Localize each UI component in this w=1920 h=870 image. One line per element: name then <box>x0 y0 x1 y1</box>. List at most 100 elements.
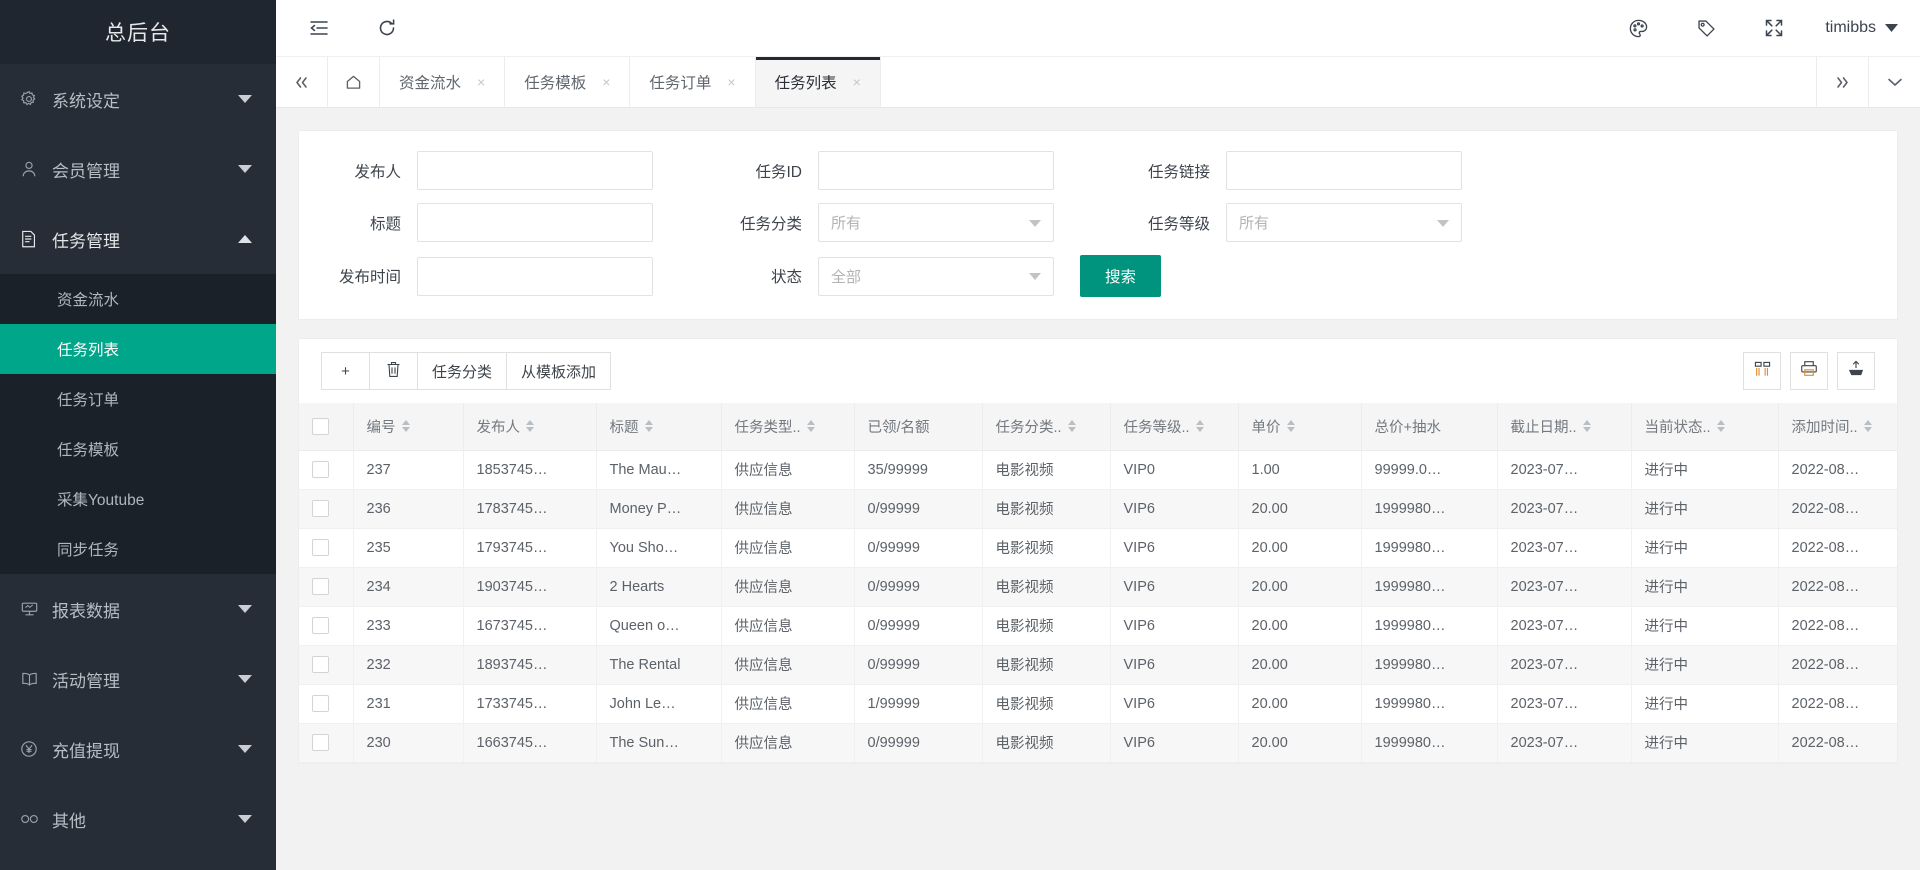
row-checkbox[interactable] <box>312 500 329 517</box>
palette-icon[interactable] <box>1621 11 1655 45</box>
publish-time-input[interactable] <box>417 257 653 296</box>
sidebar-item-2[interactable]: 任务订单 <box>0 374 276 424</box>
close-icon[interactable]: × <box>727 74 735 90</box>
column-header-total[interactable]: 总价+抽水 <box>1361 403 1497 450</box>
table-row[interactable]: 2371853745…The Mau…供应信息35/99999电影视频VIP01… <box>299 450 1897 489</box>
column-header-deadline[interactable]: 截止日期.. <box>1497 403 1631 450</box>
close-icon[interactable]: × <box>602 74 610 90</box>
row-checkbox-cell[interactable] <box>299 489 353 528</box>
sidebar-group-0[interactable]: 系统设定 <box>0 64 276 134</box>
sort-icon[interactable] <box>1864 420 1872 432</box>
sidebar-item-5[interactable]: 同步任务 <box>0 524 276 574</box>
row-checkbox-cell[interactable] <box>299 528 353 567</box>
column-header-type[interactable]: 任务类型.. <box>721 403 854 450</box>
table-row[interactable]: 2351793745…You Sho…供应信息0/99999电影视频VIP620… <box>299 528 1897 567</box>
column-header-claimed[interactable]: 已领/名额 <box>854 403 982 450</box>
sidebar-group-3[interactable]: 报表数据 <box>0 574 276 644</box>
column-header-price[interactable]: 单价 <box>1238 403 1361 450</box>
sidebar-item-1[interactable]: 任务列表 <box>0 324 276 374</box>
row-checkbox-cell[interactable] <box>299 723 353 762</box>
user-menu[interactable]: timibbs <box>1825 19 1898 37</box>
table-row[interactable]: 2341903745…2 Hearts供应信息0/99999电影视频VIP620… <box>299 567 1897 606</box>
row-checkbox-cell[interactable] <box>299 645 353 684</box>
close-icon[interactable]: × <box>853 74 861 90</box>
row-checkbox-cell[interactable] <box>299 606 353 645</box>
sort-icon[interactable] <box>1287 420 1295 432</box>
sort-icon[interactable] <box>526 420 534 432</box>
sort-icon[interactable] <box>1583 420 1591 432</box>
table-row[interactable]: 2361783745…Money P…供应信息0/99999电影视频VIP620… <box>299 489 1897 528</box>
data-table-wrapper[interactable]: 编号发布人标题任务类型..已领/名额任务分类..任务等级..单价总价+抽水截止日… <box>299 403 1897 763</box>
row-checkbox-cell[interactable] <box>299 684 353 723</box>
status-select[interactable]: 全部 <box>818 257 1054 296</box>
tab-dropdown-icon[interactable] <box>1868 57 1920 107</box>
table-row[interactable]: 2301663745…The Sun…供应信息0/99999电影视频VIP620… <box>299 723 1897 762</box>
cell-added: 2022-08… <box>1778 723 1897 762</box>
row-checkbox[interactable] <box>312 734 329 751</box>
table-row[interactable]: 2321893745…The Rental供应信息0/99999电影视频VIP6… <box>299 645 1897 684</box>
tab-scroll-left-icon[interactable] <box>276 57 328 107</box>
row-checkbox-cell[interactable] <box>299 567 353 606</box>
tab-3[interactable]: 任务列表× <box>756 57 881 107</box>
task-link-input[interactable] <box>1226 151 1462 190</box>
title-input[interactable] <box>417 203 653 242</box>
sidebar-group-2[interactable]: 任务管理 <box>0 204 276 274</box>
table-header-row: 编号发布人标题任务类型..已领/名额任务分类..任务等级..单价总价+抽水截止日… <box>299 403 1897 450</box>
tab-1[interactable]: 任务模板× <box>505 57 630 107</box>
row-checkbox[interactable] <box>312 656 329 673</box>
sidebar-item-4[interactable]: 采集Youtube <box>0 474 276 524</box>
export-button[interactable] <box>1837 352 1875 390</box>
table-row[interactable]: 2331673745…Queen o…供应信息0/99999电影视频VIP620… <box>299 606 1897 645</box>
fullscreen-icon[interactable] <box>1757 11 1791 45</box>
sidebar-item-0[interactable]: 资金流水 <box>0 274 276 324</box>
sort-icon[interactable] <box>1068 420 1076 432</box>
delete-button[interactable] <box>369 352 417 390</box>
sort-icon[interactable] <box>807 420 815 432</box>
table-row[interactable]: 2311733745…John Le…供应信息1/99999电影视频VIP620… <box>299 684 1897 723</box>
publisher-label: 发布人 <box>299 160 417 182</box>
row-checkbox[interactable] <box>312 617 329 634</box>
row-checkbox[interactable] <box>312 578 329 595</box>
sort-icon[interactable] <box>1717 420 1725 432</box>
sort-icon[interactable] <box>645 420 653 432</box>
row-checkbox-cell[interactable] <box>299 450 353 489</box>
sort-icon[interactable] <box>402 420 410 432</box>
menu-collapse-icon[interactable] <box>302 11 336 45</box>
sidebar-group-4[interactable]: 活动管理 <box>0 644 276 714</box>
publisher-input[interactable] <box>417 151 653 190</box>
tab-scroll-right-icon[interactable] <box>1816 57 1868 107</box>
task-id-input[interactable] <box>818 151 1054 190</box>
row-checkbox[interactable] <box>312 461 329 478</box>
select-all-checkbox[interactable] <box>312 418 329 435</box>
home-icon[interactable] <box>328 57 380 107</box>
column-header-title[interactable]: 标题 <box>596 403 721 450</box>
task-category-select[interactable]: 所有 <box>818 203 1054 242</box>
column-header-id[interactable]: 编号 <box>353 403 463 450</box>
sidebar-group-6[interactable]: 其他 <box>0 784 276 854</box>
print-button[interactable] <box>1790 352 1828 390</box>
tab-0[interactable]: 资金流水× <box>380 57 505 107</box>
sidebar-group-1[interactable]: 会员管理 <box>0 134 276 204</box>
task-category-button[interactable]: 任务分类 <box>417 352 506 390</box>
refresh-icon[interactable] <box>370 11 404 45</box>
close-icon[interactable]: × <box>477 74 485 90</box>
tab-list: 资金流水×任务模板×任务订单×任务列表× <box>380 57 1816 107</box>
sidebar-group-5[interactable]: 充值提现 <box>0 714 276 784</box>
sort-icon[interactable] <box>1196 420 1204 432</box>
column-header-added[interactable]: 添加时间.. <box>1778 403 1897 450</box>
row-checkbox[interactable] <box>312 695 329 712</box>
column-header-category[interactable]: 任务分类.. <box>982 403 1110 450</box>
columns-button[interactable] <box>1743 352 1781 390</box>
tab-2[interactable]: 任务订单× <box>630 57 755 107</box>
column-header-publisher[interactable]: 发布人 <box>463 403 596 450</box>
add-from-template-button[interactable]: 从模板添加 <box>506 352 611 390</box>
row-checkbox[interactable] <box>312 539 329 556</box>
sidebar-item-3[interactable]: 任务模板 <box>0 424 276 474</box>
column-header-check[interactable] <box>299 403 353 450</box>
column-header-level[interactable]: 任务等级.. <box>1110 403 1238 450</box>
search-button[interactable]: 搜索 <box>1080 255 1161 297</box>
add-button[interactable]: + <box>321 352 369 390</box>
task-level-select[interactable]: 所有 <box>1226 203 1462 242</box>
column-header-status[interactable]: 当前状态.. <box>1631 403 1778 450</box>
tag-icon[interactable] <box>1689 11 1723 45</box>
